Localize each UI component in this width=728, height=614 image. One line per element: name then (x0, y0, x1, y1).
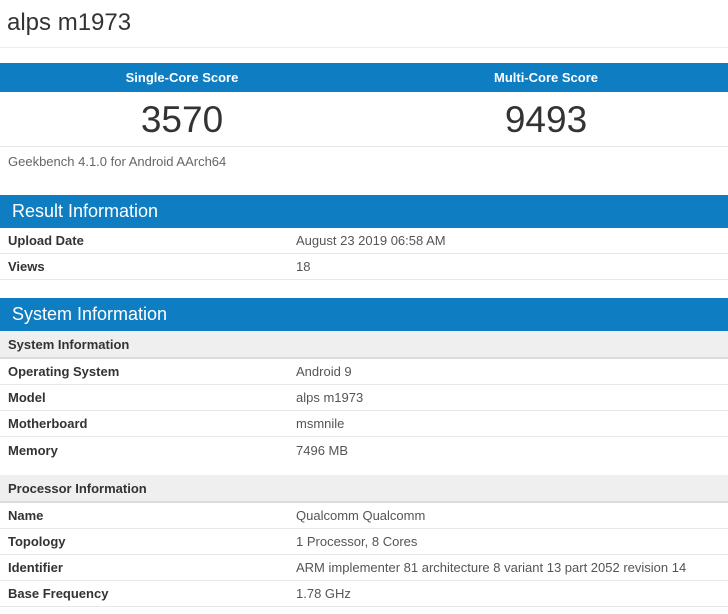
page-title: alps m1973 (7, 9, 132, 36)
table-row: Identifier ARM implementer 81 architectu… (0, 555, 728, 581)
table-row: Topology 1 Processor, 8 Cores (0, 529, 728, 555)
row-value: 1 Processor, 8 Cores (296, 534, 418, 549)
table-row: Name Qualcomm Qualcomm (0, 503, 728, 529)
row-label: Operating System (8, 364, 120, 379)
single-core-score-label: Single-Core Score (125, 70, 239, 85)
table-row: Motherboard msmnile (0, 411, 728, 437)
row-label: Memory (8, 442, 58, 458)
multi-core-score-value: 9493 (504, 99, 588, 140)
row-value: 1.78 GHz (296, 586, 351, 601)
single-core-score-value: 3570 (140, 99, 224, 140)
row-value: 7496 MB (296, 442, 349, 458)
score-values: 3570 9493 (0, 92, 728, 147)
title-divider (0, 47, 728, 48)
system-information-section: System Information System Information Op… (0, 298, 728, 607)
result-information-section: Result Information Upload Date August 23… (0, 195, 728, 280)
result-information-table: Upload Date August 23 2019 06:58 AM View… (0, 228, 728, 280)
table-row: Upload Date August 23 2019 06:58 AM (0, 228, 728, 254)
score-header-bar: Single-Core Score Multi-Core Score (0, 63, 728, 92)
table-row: Operating System Android 9 (0, 359, 728, 385)
system-information-heading: System Information (0, 298, 728, 331)
table-row: Views 18 (0, 254, 728, 280)
row-label: Views (8, 259, 45, 274)
row-value: alps m1973 (296, 390, 364, 405)
row-label: Motherboard (8, 416, 88, 431)
processor-information-table: Name Qualcomm Qualcomm Topology 1 Proces… (0, 503, 728, 607)
group-gap (0, 463, 728, 475)
table-row: Memory 7496 MB (0, 437, 728, 463)
processor-information-subheading: Processor Information (0, 475, 728, 503)
result-information-heading: Result Information (0, 195, 728, 228)
platform-note: Geekbench 4.1.0 for Android AArch64 (8, 154, 227, 169)
table-row: Base Frequency 1.78 GHz (0, 581, 728, 607)
row-value: ARM implementer 81 architecture 8 varian… (296, 560, 687, 575)
row-label: Model (8, 390, 46, 405)
multi-core-score-label: Multi-Core Score (493, 70, 598, 85)
row-value: Android 9 (296, 364, 352, 379)
row-label: Topology (8, 534, 66, 549)
table-row: Model alps m1973 (0, 385, 728, 411)
row-value: August 23 2019 06:58 AM (296, 233, 446, 248)
row-label: Name (8, 508, 44, 523)
system-information-subheading: System Information (0, 331, 728, 359)
row-value: msmnile (296, 416, 345, 431)
geekbench-result-page: alps m1973 Single-Core Score Multi-Core … (0, 0, 728, 607)
row-value: 18 (296, 259, 311, 274)
row-label: Base Frequency (8, 586, 109, 601)
system-information-table: Operating System Android 9 Model alps m1… (0, 359, 728, 463)
row-label: Upload Date (8, 233, 84, 248)
row-value: Qualcomm Qualcomm (296, 508, 426, 523)
row-label: Identifier (8, 560, 63, 575)
